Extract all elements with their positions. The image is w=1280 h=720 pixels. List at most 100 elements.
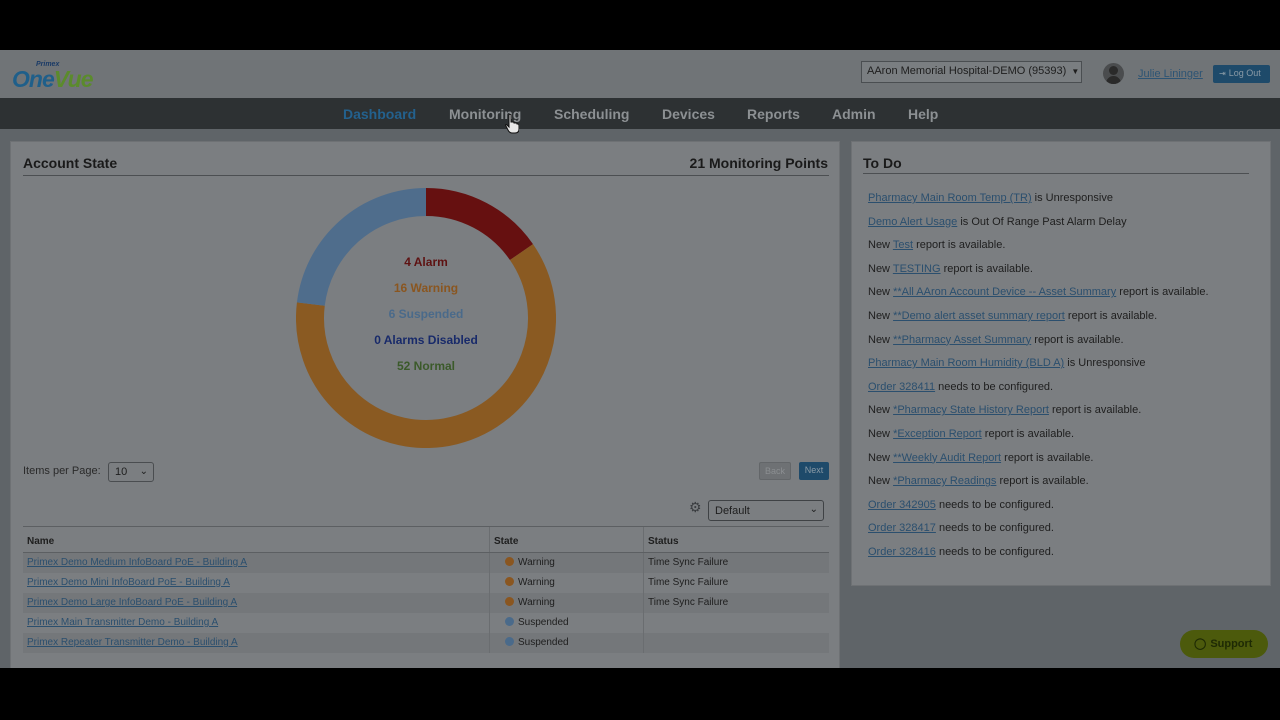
- todo-item: New *Pharmacy Readings report is availab…: [868, 475, 1089, 488]
- todo-item: Demo Alert Usage is Out Of Range Past Al…: [868, 215, 1127, 228]
- todo-item: New **Weekly Audit Report report is avai…: [868, 451, 1094, 464]
- todo-link[interactable]: Order 328417: [868, 522, 936, 534]
- legend-alarms-disabled[interactable]: 0 Alarms Disabled: [296, 333, 556, 347]
- legend-alarm[interactable]: 4 Alarm: [296, 255, 556, 269]
- table-row[interactable]: Primex Demo Large InfoBoard PoE - Buildi…: [23, 593, 829, 613]
- logo-wordmark: OneVue: [12, 66, 94, 92]
- nav-devices[interactable]: Devices: [662, 106, 715, 122]
- nav-admin[interactable]: Admin: [832, 106, 876, 122]
- todo-item: New **All AAron Account Device -- Asset …: [868, 286, 1209, 299]
- todo-item: New *Pharmacy State History Report repor…: [868, 404, 1142, 417]
- row-name-link[interactable]: Primex Main Transmitter Demo - Building …: [27, 617, 218, 628]
- account-state-title: Account State: [23, 155, 118, 171]
- todo-link[interactable]: **Pharmacy Asset Summary: [893, 334, 1031, 346]
- state-dot-icon: [505, 617, 514, 626]
- nav-help[interactable]: Help: [908, 106, 938, 122]
- todo-link[interactable]: Order 342905: [868, 499, 936, 511]
- account-state-panel: Account State 21 Monitoring Points 4 Ala…: [10, 141, 840, 668]
- account-select[interactable]: AAron Memorial Hospital-DEMO (95393) ▼: [861, 61, 1082, 83]
- todo-link[interactable]: Test: [893, 239, 913, 251]
- header-bar: Primex OneVue AAron Memorial Hospital-DE…: [0, 50, 1280, 98]
- todo-link[interactable]: *Exception Report: [893, 428, 982, 440]
- todo-link[interactable]: Pharmacy Main Room Humidity (BLD A): [868, 357, 1064, 369]
- row-name-link[interactable]: Primex Demo Medium InfoBoard PoE - Build…: [27, 557, 247, 568]
- logout-button[interactable]: ⇥ Log Out: [1213, 65, 1270, 83]
- account-select-value: AAron Memorial Hospital-DEMO (95393): [867, 65, 1067, 77]
- app-viewport: Primex OneVue AAron Memorial Hospital-DE…: [0, 50, 1280, 668]
- todo-item: Order 342905 needs to be configured.: [868, 498, 1054, 511]
- todo-item: New **Demo alert asset summary report re…: [868, 309, 1158, 322]
- todo-link[interactable]: Demo Alert Usage: [868, 216, 957, 228]
- todo-link[interactable]: Order 328411: [868, 381, 935, 393]
- monitoring-points-count: 21 Monitoring Points: [689, 155, 828, 171]
- todo-list: Pharmacy Main Room Temp (TR) is Unrespon…: [868, 192, 1263, 570]
- todo-divider: [863, 173, 1249, 174]
- state-dot-icon: [505, 597, 514, 606]
- row-status: Time Sync Failure: [648, 577, 729, 588]
- todo-item: New **Pharmacy Asset Summary report is a…: [868, 333, 1124, 346]
- todo-link[interactable]: TESTING: [893, 263, 941, 275]
- todo-link[interactable]: **Weekly Audit Report: [893, 452, 1001, 464]
- monitoring-points-table: Name State Status Primex Demo Medium Inf…: [23, 526, 829, 653]
- donut-segment[interactable]: [425, 188, 533, 261]
- col-state[interactable]: State: [494, 536, 518, 547]
- title-divider: [23, 175, 829, 176]
- chat-bubble-icon: ◯: [1194, 638, 1207, 650]
- avatar[interactable]: [1103, 63, 1124, 84]
- view-select[interactable]: Default ⌄: [708, 500, 824, 521]
- items-per-page-select[interactable]: 10 ⌄: [108, 462, 154, 482]
- todo-link[interactable]: *Pharmacy State History Report: [893, 404, 1049, 416]
- row-status: Time Sync Failure: [648, 557, 729, 568]
- main-nav: Dashboard Monitoring Scheduling Devices …: [0, 98, 1280, 129]
- logout-icon: ⇥: [1219, 69, 1226, 78]
- todo-link[interactable]: **All AAron Account Device -- Asset Summ…: [893, 286, 1116, 298]
- todo-link[interactable]: Order 328416: [868, 546, 936, 558]
- row-name-link[interactable]: Primex Demo Large InfoBoard PoE - Buildi…: [27, 597, 237, 608]
- row-name-link[interactable]: Primex Repeater Transmitter Demo - Build…: [27, 637, 238, 648]
- items-per-page-label: Items per Page:: [23, 465, 101, 477]
- nav-scheduling[interactable]: Scheduling: [554, 106, 629, 122]
- todo-link[interactable]: *Pharmacy Readings: [893, 475, 996, 487]
- todo-item: Order 328417 needs to be configured.: [868, 522, 1054, 535]
- back-button[interactable]: Back: [759, 462, 791, 480]
- todo-item: New Test report is available.: [868, 239, 1006, 252]
- todo-link[interactable]: **Demo alert asset summary report: [893, 310, 1065, 322]
- table-row[interactable]: Primex Demo Medium InfoBoard PoE - Build…: [23, 553, 829, 573]
- todo-item: New *Exception Report report is availabl…: [868, 427, 1075, 440]
- account-state-donut[interactable]: 4 Alarm 16 Warning 6 Suspended 0 Alarms …: [296, 188, 556, 448]
- nav-dashboard[interactable]: Dashboard: [343, 106, 416, 122]
- todo-item: New TESTING report is available.: [868, 262, 1033, 275]
- todo-link[interactable]: Pharmacy Main Room Temp (TR): [868, 192, 1032, 204]
- todo-item: Order 328411 needs to be configured.: [868, 380, 1054, 393]
- legend-warning[interactable]: 16 Warning: [296, 281, 556, 295]
- state-dot-icon: [505, 637, 514, 646]
- todo-item: Order 328416 needs to be configured.: [868, 545, 1054, 558]
- legend-suspended[interactable]: 6 Suspended: [296, 307, 556, 321]
- hand-cursor-icon: [505, 114, 519, 134]
- todo-panel: To Do Pharmacy Main Room Temp (TR) is Un…: [851, 141, 1271, 586]
- row-status: Time Sync Failure: [648, 597, 729, 608]
- user-name-link[interactable]: Julie Lininger: [1138, 68, 1203, 80]
- todo-title: To Do: [863, 155, 902, 171]
- row-state: Warning: [505, 597, 555, 608]
- support-button[interactable]: ◯ Support: [1180, 630, 1268, 658]
- table-row[interactable]: Primex Repeater Transmitter Demo - Build…: [23, 633, 829, 653]
- todo-item: Pharmacy Main Room Humidity (BLD A) is U…: [868, 357, 1146, 370]
- todo-item: Pharmacy Main Room Temp (TR) is Unrespon…: [868, 192, 1113, 204]
- state-dot-icon: [505, 577, 514, 586]
- table-header: Name State Status: [23, 526, 829, 553]
- col-status[interactable]: Status: [648, 536, 679, 547]
- chevron-down-icon: ⌄: [139, 466, 148, 477]
- table-row[interactable]: Primex Main Transmitter Demo - Building …: [23, 613, 829, 633]
- nav-reports[interactable]: Reports: [747, 106, 800, 122]
- legend-normal[interactable]: 52 Normal: [296, 359, 556, 373]
- col-name[interactable]: Name: [27, 536, 54, 547]
- row-state: Warning: [505, 577, 555, 588]
- next-button[interactable]: Next: [799, 462, 829, 480]
- table-row[interactable]: Primex Demo Mini InfoBoard PoE - Buildin…: [23, 573, 829, 593]
- row-state: Warning: [505, 557, 555, 568]
- gear-icon[interactable]: ⚙: [689, 499, 702, 516]
- state-dot-icon: [505, 557, 514, 566]
- row-state: Suspended: [505, 617, 569, 628]
- row-name-link[interactable]: Primex Demo Mini InfoBoard PoE - Buildin…: [27, 577, 230, 588]
